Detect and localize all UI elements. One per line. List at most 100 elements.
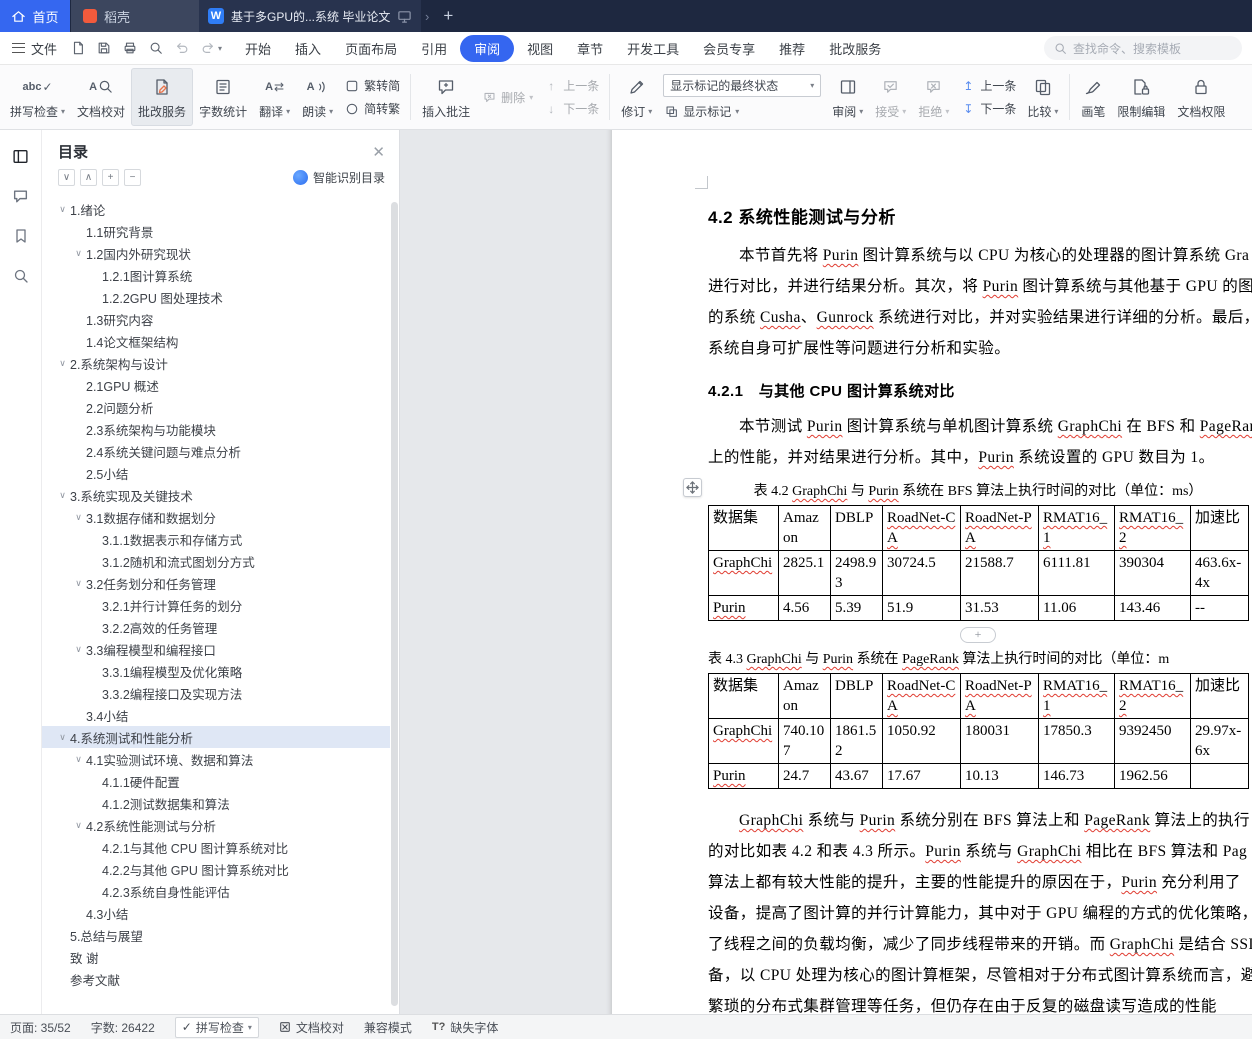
prev-comment-button[interactable]: ↑ 上一条: [543, 77, 599, 94]
toc-item[interactable]: 4.3小结: [42, 902, 390, 924]
menu-tab[interactable]: 批改服务: [818, 35, 892, 62]
missing-font-button[interactable]: T? 缺失字体: [432, 1019, 498, 1036]
toc-collapse-arrow-icon[interactable]: ∨: [71, 820, 86, 831]
toc-expand-all-icon[interactable]: ∨: [58, 169, 75, 186]
correction-service-button[interactable]: 批改服务: [131, 68, 194, 126]
toc-item[interactable]: 1.3研究内容: [42, 308, 390, 330]
menu-tab[interactable]: 引用: [410, 35, 458, 62]
word-count-button[interactable]: 字数统计: [193, 68, 253, 126]
toc-item[interactable]: 4.2.1与其他 CPU 图计算系统对比: [42, 836, 390, 858]
toc-zoom-in-icon[interactable]: +: [102, 169, 119, 186]
show-markup-button[interactable]: 显示标记 ▾: [663, 103, 821, 120]
file-menu-button[interactable]: 文件: [10, 39, 65, 58]
menu-tab[interactable]: 视图: [516, 35, 564, 62]
menu-tab[interactable]: 开始: [234, 35, 282, 62]
toc-item[interactable]: ∨ 3.1数据存储和数据划分: [42, 506, 390, 528]
screen-share-icon[interactable]: [397, 9, 412, 24]
toc-item[interactable]: 4.1.1硬件配置: [42, 770, 390, 792]
toc-collapse-arrow-icon[interactable]: ∨: [71, 644, 86, 655]
docer-tab[interactable]: 稻壳: [71, 0, 199, 32]
toc-item[interactable]: 参考文献: [42, 968, 390, 990]
toc-zoom-out-icon[interactable]: −: [124, 169, 141, 186]
toc-item[interactable]: ∨ 1.绪论: [42, 198, 390, 220]
toc-item[interactable]: 2.2问题分析: [42, 396, 390, 418]
toc-item[interactable]: ∨ 2.系统架构与设计: [42, 352, 390, 374]
command-search-input[interactable]: 查找命令、搜索模板: [1044, 36, 1242, 60]
toc-collapse-arrow-icon[interactable]: ∨: [71, 512, 86, 523]
toc-item[interactable]: 致 谢: [42, 946, 390, 968]
translate-button[interactable]: A ⇄ 翻译 ▾: [253, 68, 296, 126]
toc-close-icon[interactable]: ✕: [372, 143, 385, 161]
new-tab-button[interactable]: +: [433, 0, 463, 32]
read-aloud-button[interactable]: A 朗读 ▾: [296, 68, 339, 126]
toc-collapse-all-icon[interactable]: ∧: [80, 169, 97, 186]
review-pane-button[interactable]: 审阅 ▾: [826, 68, 869, 126]
toc-collapse-arrow-icon[interactable]: ∨: [55, 490, 70, 501]
insert-comment-button[interactable]: 插入批注: [416, 68, 476, 126]
toc-item[interactable]: 3.2.2高效的任务管理: [42, 616, 390, 638]
compat-mode-label[interactable]: 兼容模式: [364, 1019, 412, 1036]
simp-to-trad-button[interactable]: 简转繁: [344, 100, 400, 117]
doc-permission-button[interactable]: 文档权限: [1171, 68, 1231, 126]
toc-item[interactable]: ∨ 4.2系统性能测试与分析: [42, 814, 390, 836]
toc-item[interactable]: 3.3.2编程接口及实现方法: [42, 682, 390, 704]
toc-item[interactable]: 3.4小结: [42, 704, 390, 726]
redo-icon[interactable]: [196, 37, 220, 59]
proofread-button[interactable]: 文档校对: [279, 1019, 344, 1036]
toc-item[interactable]: 3.2.1并行计算任务的划分: [42, 594, 390, 616]
toc-item[interactable]: 2.3系统架构与功能模块: [42, 418, 390, 440]
print-icon[interactable]: [118, 37, 142, 59]
menu-tab[interactable]: 插入: [284, 35, 332, 62]
next-change-button[interactable]: ↧ 下一条: [960, 100, 1016, 117]
toc-item[interactable]: 4.2.3系统自身性能评估: [42, 880, 390, 902]
toc-item[interactable]: ∨ 3.系统实现及关键技术: [42, 484, 390, 506]
toc-item[interactable]: 1.4论文框架结构: [42, 330, 390, 352]
menu-tab[interactable]: 会员专享: [692, 35, 766, 62]
comments-panel-icon[interactable]: [11, 186, 31, 206]
toc-item[interactable]: ∨ 3.3编程模型和编程接口: [42, 638, 390, 660]
next-comment-button[interactable]: ↓ 下一条: [543, 100, 599, 117]
save-icon[interactable]: [92, 37, 116, 59]
smart-recognize-toc-button[interactable]: 智能识别目录: [292, 169, 385, 186]
table-move-handle[interactable]: [683, 478, 702, 497]
toc-collapse-arrow-icon[interactable]: ∨: [71, 578, 86, 589]
track-changes-button[interactable]: 修订 ▾: [615, 68, 658, 126]
outline-panel-icon[interactable]: [11, 146, 31, 166]
delete-comment-button[interactable]: 删除 ▾: [481, 89, 533, 106]
toc-item[interactable]: 2.1GPU 概述: [42, 374, 390, 396]
toc-item[interactable]: ∨ 3.2任务划分和任务管理: [42, 572, 390, 594]
ink-button[interactable]: 画笔: [1075, 68, 1111, 126]
toc-item[interactable]: 1.2.1图计算系统: [42, 264, 390, 286]
spellcheck-toggle[interactable]: ✓ 拼写检查 ▾: [174, 1016, 259, 1038]
toc-item[interactable]: 3.1.2随机和流式图划分方式: [42, 550, 390, 572]
menu-tab[interactable]: 开发工具: [616, 35, 690, 62]
toc-item[interactable]: 3.1.1数据表示和存储方式: [42, 528, 390, 550]
toc-item[interactable]: 4.2.2与其他 GPU 图计算系统对比: [42, 858, 390, 880]
compare-button[interactable]: 比较 ▾: [1021, 68, 1064, 126]
toc-item[interactable]: ∨ 1.2国内外研究现状: [42, 242, 390, 264]
toc-item[interactable]: 2.4系统关键问题与难点分析: [42, 440, 390, 462]
toc-item[interactable]: 3.3.1编程模型及优化策略: [42, 660, 390, 682]
spell-check-button[interactable]: abc ✓ 拼写检查 ▾: [4, 68, 71, 126]
menu-tab[interactable]: 页面布局: [334, 35, 408, 62]
toc-collapse-arrow-icon[interactable]: ∨: [55, 732, 70, 743]
undo-dropdown-icon[interactable]: ▾: [218, 44, 222, 53]
toc-item[interactable]: 2.5小结: [42, 462, 390, 484]
undo-icon[interactable]: [170, 37, 194, 59]
markup-state-select[interactable]: 显示标记的最终状态 ▾: [663, 74, 822, 97]
toc-item[interactable]: 1.2.2GPU 图处理技术: [42, 286, 390, 308]
accept-change-button[interactable]: 接受 ▾: [869, 68, 912, 126]
menu-tab[interactable]: 推荐: [768, 35, 816, 62]
toc-collapse-arrow-icon[interactable]: ∨: [71, 754, 86, 765]
prev-change-button[interactable]: ↥ 上一条: [960, 77, 1016, 94]
toc-collapse-arrow-icon[interactable]: ∨: [55, 204, 70, 215]
table-add-row-button[interactable]: +: [960, 627, 996, 643]
bookmark-panel-icon[interactable]: [11, 226, 31, 246]
menu-tab[interactable]: 审阅: [460, 34, 515, 62]
toc-item[interactable]: 1.1研究背景: [42, 220, 390, 242]
toc-collapse-arrow-icon[interactable]: ∨: [71, 248, 86, 259]
reject-change-button[interactable]: 拒绝 ▾: [912, 68, 955, 126]
document-tab[interactable]: W 基于多GPU的...系统 毕业论文: [199, 0, 421, 32]
toc-item[interactable]: ∨ 4.1实验测试环境、数据和算法: [42, 748, 390, 770]
toc-item[interactable]: ∨ 4.系统测试和性能分析: [42, 726, 390, 748]
